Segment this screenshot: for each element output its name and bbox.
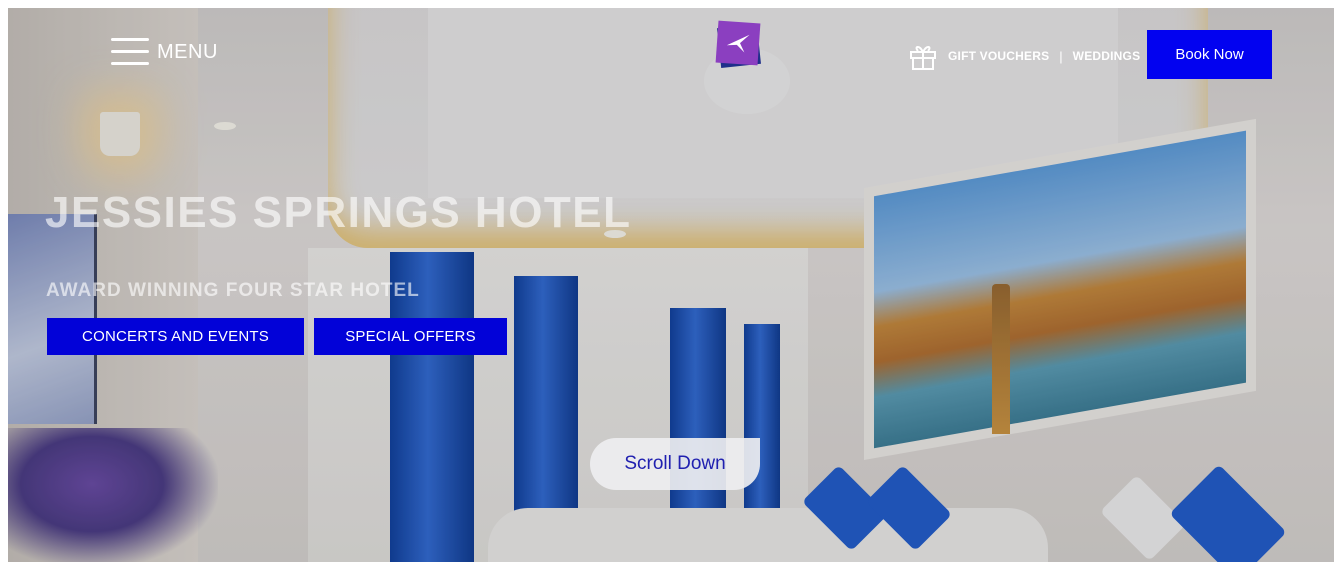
- hero-subtitle: AWARD WINNING FOUR STAR HOTEL: [46, 280, 420, 301]
- hero-title: JESSIES SPRINGS HOTEL: [45, 188, 632, 237]
- special-offers-button[interactable]: SPECIAL OFFERS: [314, 318, 507, 355]
- book-now-button[interactable]: Book Now: [1147, 30, 1272, 79]
- top-links: GIFT VOUCHERS | WEDDINGS: [908, 36, 1140, 76]
- link-separator: |: [1059, 48, 1063, 64]
- bird-logo-icon[interactable]: [715, 20, 761, 68]
- weddings-link[interactable]: WEDDINGS: [1073, 49, 1141, 63]
- menu-label: MENU: [157, 40, 218, 63]
- hamburger-icon: [111, 38, 149, 66]
- hero-banner: MENU GIFT VOUCHERS | WEDDINGS Book Now J…: [8, 8, 1334, 562]
- gift-icon[interactable]: [908, 41, 938, 71]
- scroll-down-button[interactable]: Scroll Down: [590, 438, 760, 490]
- concerts-events-button[interactable]: CONCERTS AND EVENTS: [47, 318, 304, 355]
- bird-icon: [726, 34, 750, 53]
- gift-vouchers-link[interactable]: GIFT VOUCHERS: [948, 49, 1049, 63]
- menu-toggle[interactable]: MENU: [111, 34, 218, 70]
